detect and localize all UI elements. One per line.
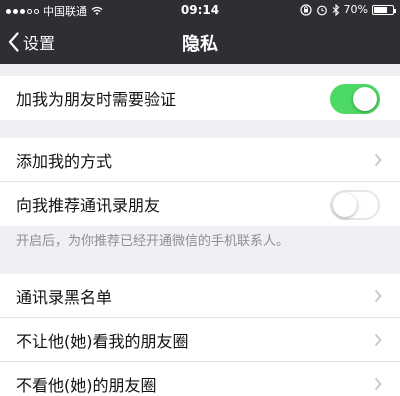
verification-group: 加我为朋友时需要验证 [0, 76, 400, 120]
chevron-right-icon [374, 333, 382, 347]
battery-percent: 70% [343, 3, 368, 16]
row-friend-verification[interactable]: 加我为朋友时需要验证 [0, 76, 400, 120]
status-bar: 中国联通 09:14 70% [0, 0, 400, 20]
blacklist-label: 通讯录黑名单 [16, 287, 113, 307]
status-right: 70% [299, 3, 396, 16]
navigation-bar: 设置 隐私 [0, 20, 400, 64]
row-hide-my-moments[interactable]: 不让他(她)看我的朋友圈 [0, 318, 400, 362]
recommend-hint: 开启后，为你推荐已经开通微信的手机联系人。 [16, 234, 290, 249]
alarm-icon [316, 5, 327, 15]
moments-privacy-group: 通讯录黑名单 不让他(她)看我的朋友圈 不看他(她)的朋友圈 [0, 274, 400, 396]
toggle-knob [333, 193, 357, 217]
chevron-right-icon [374, 289, 382, 303]
hide-my-moments-label: 不让他(她)看我的朋友圈 [16, 331, 189, 351]
chevron-right-icon [374, 153, 382, 167]
row-recommend-contacts[interactable]: 向我推荐通讯录朋友 [0, 182, 400, 226]
row-blacklist[interactable]: 通讯录黑名单 [0, 274, 400, 318]
page-title: 隐私 [182, 34, 218, 55]
hide-their-moments-label: 不看他(她)的朋友圈 [16, 376, 157, 395]
discovery-group: 添加我的方式 向我推荐通讯录朋友 [0, 138, 400, 226]
recommend-contacts-toggle[interactable] [330, 190, 380, 220]
row-hide-their-moments[interactable]: 不看他(她)的朋友圈 [0, 362, 400, 396]
row-add-methods[interactable]: 添加我的方式 [0, 138, 400, 182]
recommend-contacts-label: 向我推荐通讯录朋友 [16, 196, 161, 215]
battery-icon [372, 4, 396, 15]
friend-verification-toggle[interactable] [330, 84, 380, 114]
orientation-lock-icon [299, 3, 312, 16]
bluetooth-icon [332, 3, 339, 16]
friend-verification-label: 加我为朋友时需要验证 [16, 90, 177, 109]
toggle-knob [353, 87, 377, 111]
add-methods-label: 添加我的方式 [16, 151, 113, 171]
chevron-right-icon [374, 377, 382, 391]
top-bar: 中国联通 09:14 70% 设置 隐私 [0, 0, 400, 64]
